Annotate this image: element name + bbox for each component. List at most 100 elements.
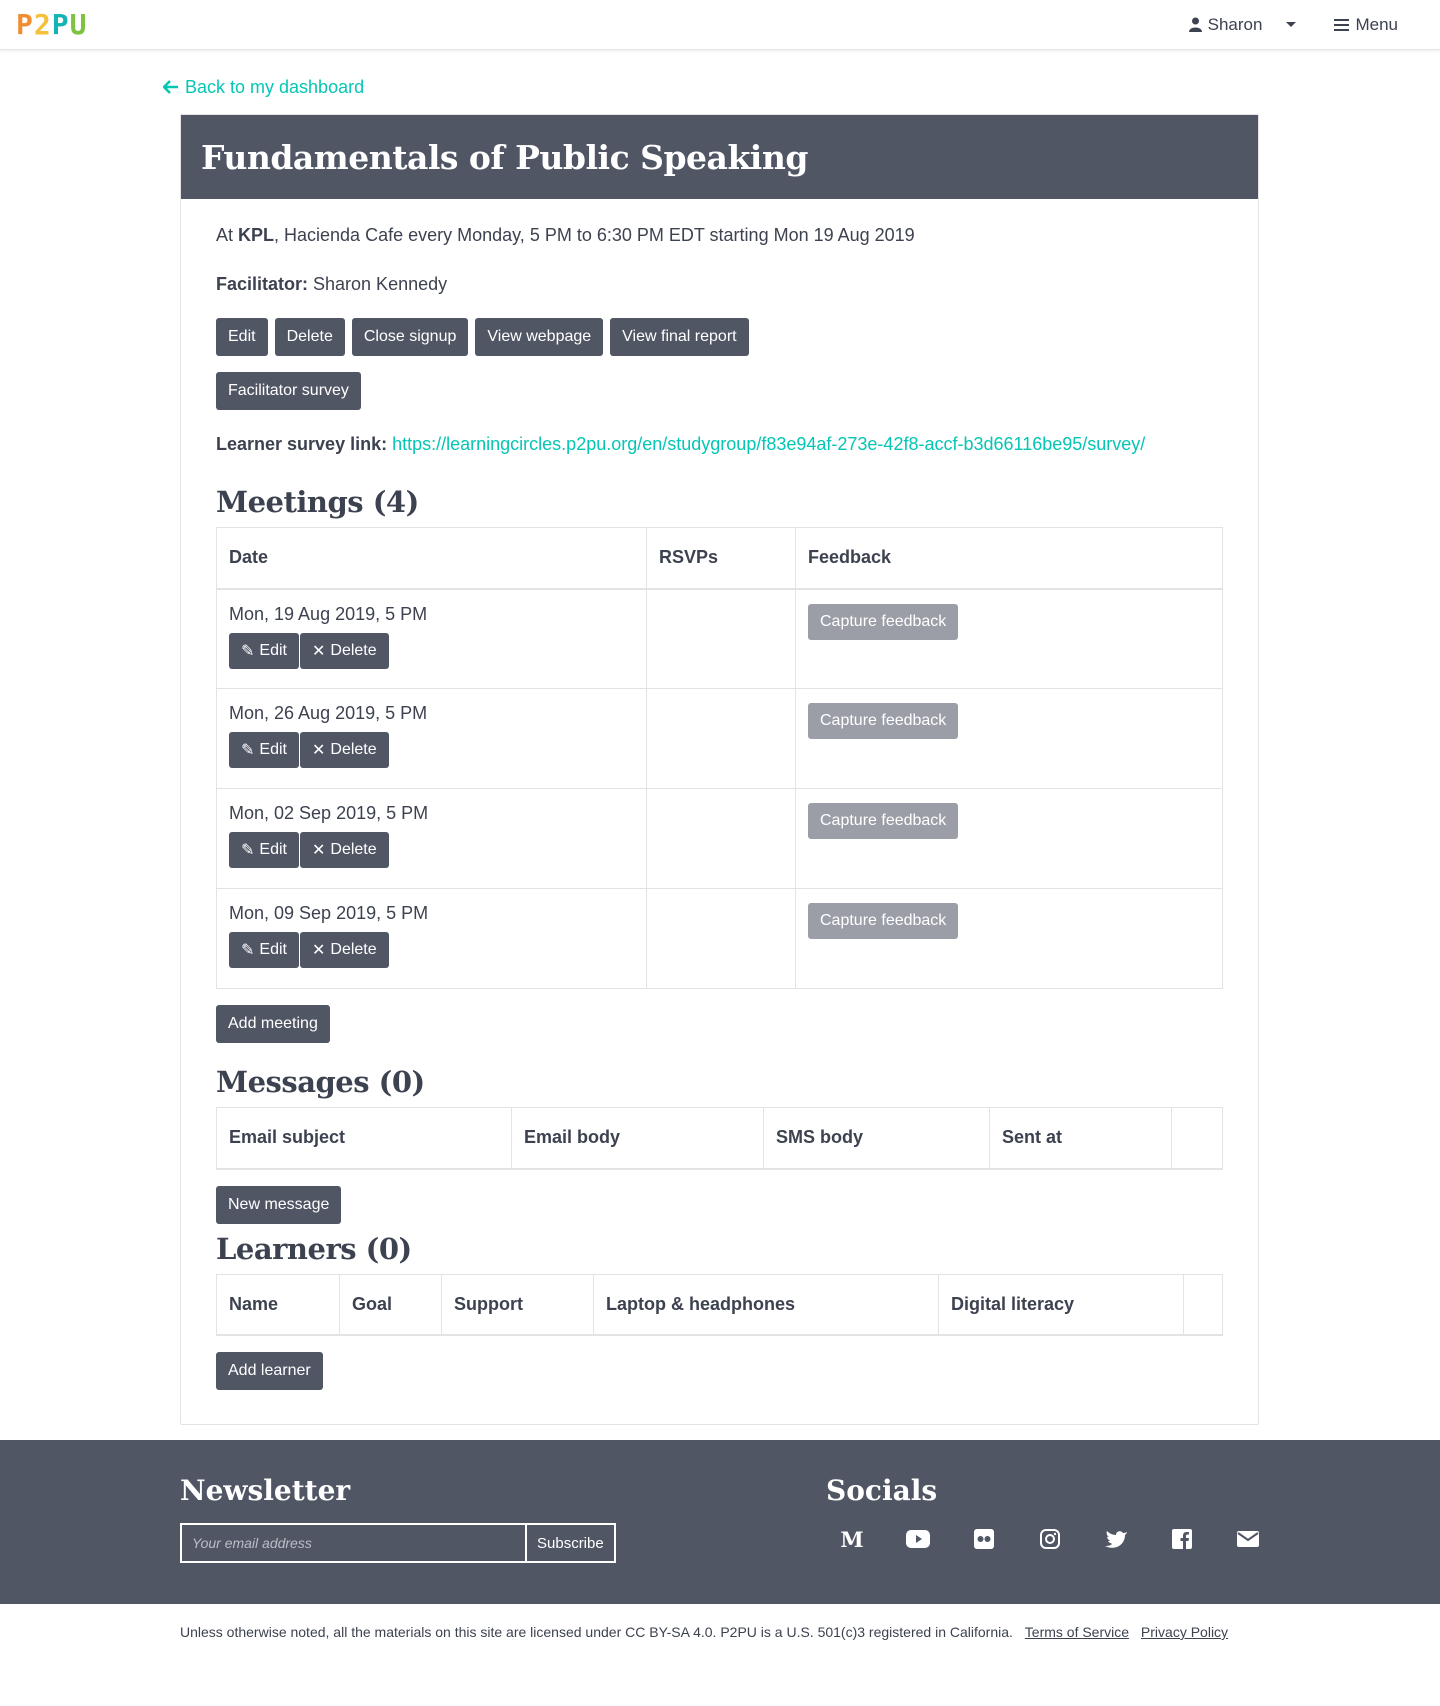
subscribe-button[interactable]: Subscribe — [527, 1523, 616, 1563]
close-icon: ✕ — [311, 842, 326, 859]
newsletter-section: Newsletter Your email address Subscribe — [180, 1474, 826, 1604]
edit-meeting-button[interactable]: ✎ Edit — [229, 732, 299, 768]
column-header: SMS body — [763, 1107, 990, 1170]
hamburger-icon — [1334, 19, 1350, 31]
user-dropdown[interactable]: Sharon — [1188, 15, 1297, 35]
delete-button[interactable]: Delete — [274, 318, 345, 356]
edit-icon: ✎ — [241, 942, 255, 959]
facilitator-line: Facilitator: Sharon Kennedy — [216, 274, 1223, 295]
delete-meeting-button[interactable]: ✕ Delete — [299, 732, 389, 768]
close-icon: ✕ — [311, 642, 326, 660]
column-header: Email subject — [216, 1107, 512, 1170]
capture-feedback-button[interactable]: Capture feedback — [808, 703, 959, 739]
menu-label: Menu — [1355, 14, 1398, 34]
meetings-table: Date RSVPs Feedback Mon, 19 Aug 2019, 5 … — [216, 527, 1223, 989]
learner-survey-label: Learner survey link: — [216, 434, 388, 454]
back-link-label: Back to my dashboard — [185, 76, 365, 97]
meetings-heading: Meetings (4) — [216, 485, 419, 519]
user-icon — [1188, 17, 1202, 32]
add-learner-button[interactable]: Add learner — [216, 1352, 323, 1390]
column-header: Feedback — [795, 527, 1223, 590]
edit-meeting-button[interactable]: ✎ Edit — [229, 632, 299, 669]
edit-button[interactable]: Edit — [216, 318, 268, 356]
close-signup-button[interactable]: Close signup — [351, 318, 469, 356]
logo-letter: U — [69, 8, 88, 41]
column-header: Sent at — [989, 1107, 1172, 1170]
youtube-icon[interactable] — [902, 1523, 934, 1555]
capture-feedback-button[interactable]: Capture feedback — [808, 603, 959, 640]
table-row: Mon, 09 Sep 2019, 5 PM ✎ Edit ✕ Delete Capt… — [216, 888, 1223, 989]
page-title: Fundamentals of Public Speaking — [201, 137, 808, 177]
view-final-report-button[interactable]: View final report — [610, 318, 749, 356]
menu-button[interactable]: Menu — [1334, 15, 1398, 35]
messages-table: Email subject Email body SMS body Sent a… — [216, 1107, 1223, 1170]
delete-meeting-button[interactable]: ✕ Delete — [299, 832, 389, 868]
new-message-button[interactable]: New message — [216, 1185, 342, 1224]
venue-name: KPL — [238, 225, 275, 245]
newsletter-title: Newsletter — [180, 1474, 351, 1507]
meeting-date: Mon, 26 Aug 2019, 5 PM — [229, 703, 428, 723]
capture-feedback-button[interactable]: Capture feedback — [808, 803, 959, 839]
learner-survey-link[interactable]: https://learningcircles.p2pu.org/en/stud… — [392, 434, 1145, 454]
delete-meeting-button[interactable]: ✕ Delete — [299, 632, 389, 669]
rsvps-cell — [646, 588, 796, 689]
socials-section: Socials M — [826, 1474, 1264, 1604]
learners-table: Name Goal Support Laptop & headphones Di… — [216, 1273, 1223, 1336]
edit-meeting-label: Edit — [259, 941, 287, 958]
instagram-icon[interactable] — [1034, 1523, 1066, 1555]
privacy-link[interactable]: Privacy Policy — [1141, 1624, 1228, 1640]
footer: Newsletter Your email address Subscribe … — [0, 1440, 1440, 1604]
rsvps-cell — [646, 888, 796, 989]
terms-link[interactable]: Terms of Service — [1025, 1624, 1129, 1640]
close-icon: ✕ — [311, 942, 326, 959]
edit-icon: ✎ — [241, 642, 255, 660]
facebook-icon[interactable] — [1166, 1523, 1198, 1555]
column-header: Laptop & headphones — [593, 1273, 939, 1336]
delete-meeting-label: Delete — [330, 941, 377, 958]
twitter-icon[interactable] — [1100, 1523, 1132, 1555]
top-navbar: P2PU Sharon Menu — [0, 0, 1440, 50]
logo-letter: P — [51, 8, 70, 41]
facilitator-label: Facilitator: — [216, 274, 309, 294]
p2pu-logo[interactable]: P2PU — [16, 8, 87, 41]
logo-letter: 2 — [33, 8, 52, 41]
capture-feedback-button[interactable]: Capture feedback — [808, 903, 959, 939]
meeting-date: Mon, 09 Sep 2019, 5 PM — [229, 903, 429, 923]
meeting-date: Mon, 02 Sep 2019, 5 PM — [229, 803, 429, 823]
email-icon[interactable] — [1232, 1523, 1264, 1555]
delete-meeting-label: Delete — [330, 641, 377, 659]
edit-meeting-label: Edit — [259, 641, 287, 659]
edit-icon: ✎ — [241, 842, 255, 859]
table-row: Mon, 26 Aug 2019, 5 PM ✎ Edit ✕ Delete Capt… — [216, 688, 1223, 789]
column-header: Name — [216, 1273, 340, 1336]
back-to-dashboard-link[interactable]: Back to my dashboard — [163, 74, 1440, 100]
column-header: RSVPs — [646, 527, 796, 590]
meeting-details: At KPL, Hacienda Cafe every Monday, 5 PM… — [216, 225, 1223, 246]
edit-meeting-button[interactable]: ✎ Edit — [229, 932, 299, 968]
action-buttons: Edit Delete Close signup View webpage Vi… — [216, 318, 1223, 356]
medium-icon[interactable]: M — [836, 1523, 868, 1555]
edit-meeting-label: Edit — [259, 741, 287, 758]
rsvps-cell — [646, 788, 796, 889]
column-header: Goal — [339, 1273, 442, 1336]
facilitator-survey-button[interactable]: Facilitator survey — [216, 372, 361, 410]
email-input[interactable]: Your email address — [180, 1523, 527, 1563]
add-meeting-button[interactable]: Add meeting — [216, 1005, 330, 1043]
rsvps-cell — [646, 688, 796, 789]
license-text: Unless otherwise noted, all the material… — [180, 1624, 1013, 1640]
arrow-left-icon — [163, 80, 178, 94]
learner-survey-line: Learner survey link: https://learningcir… — [216, 434, 1223, 455]
socials-title: Socials — [826, 1474, 938, 1507]
table-row: Mon, 19 Aug 2019, 5 PM ✎ Edit ✕ Delete Capt… — [216, 588, 1223, 689]
delete-meeting-label: Delete — [330, 741, 377, 758]
column-header: Digital literacy — [938, 1273, 1184, 1336]
delete-meeting-button[interactable]: ✕ Delete — [299, 932, 389, 968]
chevron-down-icon — [1286, 22, 1297, 27]
meeting-date: Mon, 19 Aug 2019, 5 PM — [229, 603, 428, 624]
edit-meeting-button[interactable]: ✎ Edit — [229, 832, 299, 868]
flickr-icon[interactable] — [968, 1523, 1000, 1555]
delete-meeting-label: Delete — [330, 841, 377, 858]
legal-footer: Unless otherwise noted, all the material… — [0, 1604, 1440, 1662]
view-webpage-button[interactable]: View webpage — [475, 318, 604, 356]
column-header — [1183, 1273, 1223, 1336]
